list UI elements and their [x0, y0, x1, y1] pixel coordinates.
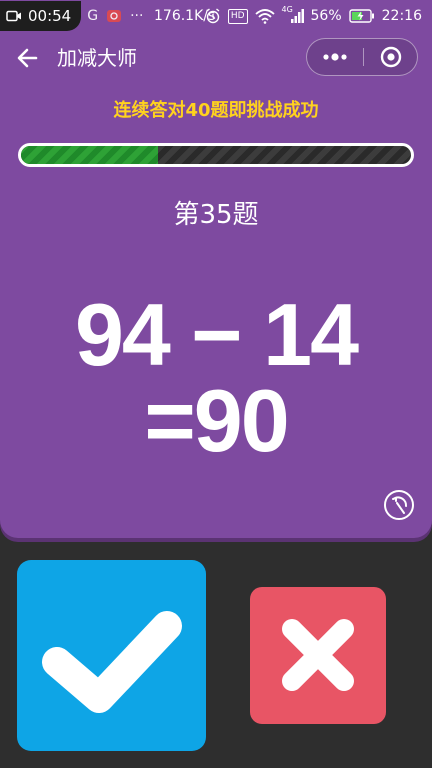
more-notifications: ··· — [130, 8, 144, 24]
challenge-goal-text: 连续答对40题即挑战成功 — [113, 100, 319, 121]
wrong-button[interactable] — [250, 587, 386, 724]
app-root: 00:54 G ··· 176.1K/s HD 4G 56% 22:16 加减大… — [0, 0, 432, 768]
cross-icon — [282, 619, 354, 691]
status-right: HD 4G 56% 22:16 — [205, 0, 422, 32]
arrow-left-icon — [17, 48, 38, 68]
more-dots-icon — [323, 53, 347, 61]
video-camera-icon — [6, 10, 21, 22]
target-circle-icon — [380, 46, 402, 68]
network-type: G — [87, 8, 99, 24]
equation-expression: 94 − 14 — [74, 285, 359, 384]
cellular-signal: 4G — [282, 5, 304, 24]
status-bar: 00:54 G ··· 176.1K/s HD 4G 56% 22:16 — [0, 0, 432, 32]
back-button[interactable] — [16, 46, 44, 70]
question-number: 第35题 — [173, 200, 259, 230]
progress-bar — [18, 143, 414, 167]
checkmark-icon — [42, 611, 182, 713]
refresh-button[interactable] — [383, 489, 415, 521]
nav-bar: 加减大师 — [0, 36, 432, 80]
close-button[interactable] — [364, 39, 418, 75]
status-left: 00:54 G ··· — [0, 0, 143, 32]
signal-bars-icon — [290, 9, 304, 23]
hd-badge: HD — [227, 8, 248, 24]
progress-fill — [21, 146, 158, 164]
refresh-icon — [384, 490, 414, 520]
mini-program-capsule — [306, 38, 418, 76]
battery-charging-icon — [348, 9, 374, 23]
status-notifications: G ··· — [87, 8, 143, 24]
recording-indicator: 00:54 — [0, 1, 82, 31]
more-button[interactable] — [307, 39, 363, 75]
equation-result: =90 — [144, 371, 289, 470]
recording-time: 00:54 — [28, 7, 72, 25]
equation: 94 − 14 =90 — [0, 285, 432, 470]
alarm-icon — [206, 8, 220, 24]
game-panel: 00:54 G ··· 176.1K/s HD 4G 56% 22:16 加减大… — [0, 0, 432, 538]
wifi-icon — [254, 9, 275, 24]
battery-percent: 56% — [310, 8, 342, 24]
app-notification-icon — [107, 10, 122, 22]
page-title: 加减大师 — [57, 46, 137, 70]
clock-time: 22:16 — [381, 8, 422, 24]
correct-button[interactable] — [17, 560, 206, 751]
